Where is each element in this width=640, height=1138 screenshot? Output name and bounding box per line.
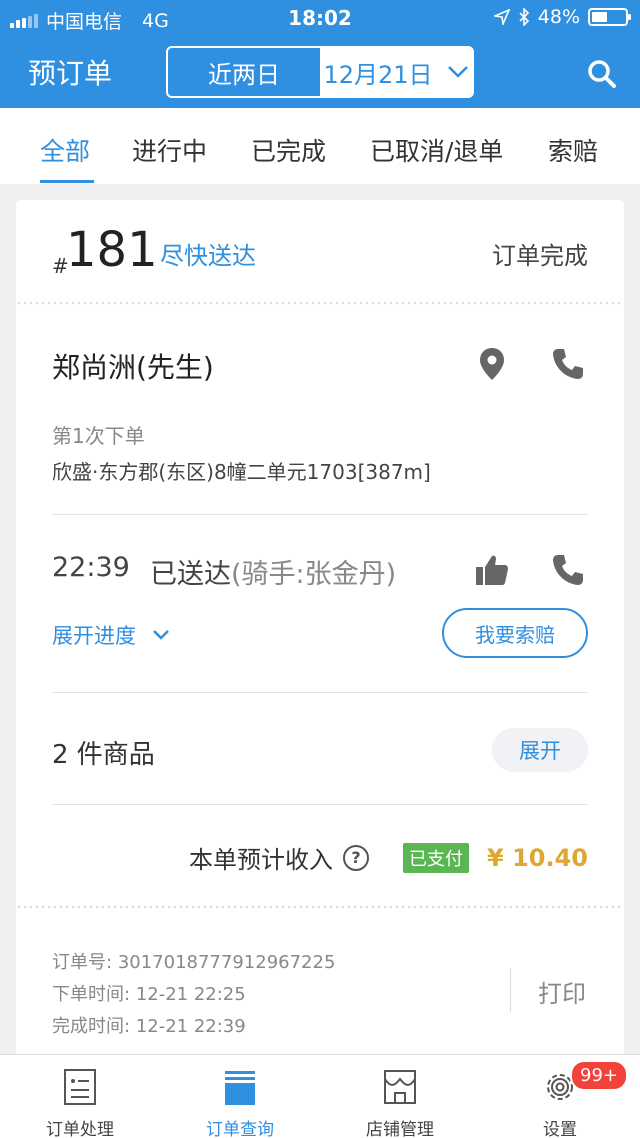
battery-percent: 48% — [537, 6, 580, 28]
date-range-tab[interactable]: 近两日 — [168, 48, 320, 96]
tab-claims[interactable]: 索赔 — [548, 132, 598, 168]
order-id-label: 订单号: — [52, 952, 113, 973]
expand-goods-button[interactable]: 展开 — [492, 728, 588, 772]
order-time-row: 下单时间: 12-21 22:25 — [52, 980, 246, 1006]
expand-progress-link[interactable]: 展开进度 — [52, 620, 170, 650]
location-button[interactable] — [474, 346, 510, 382]
bluetooth-icon — [519, 8, 529, 26]
map-pin-icon — [480, 348, 504, 380]
order-card: # 181 尽快送达 订单完成 郑尚洲(先生) 第1次下单 欣盛·东方郡(东区)… — [16, 200, 624, 1060]
delivery-status-text: 已送达 — [150, 559, 231, 590]
document-icon — [64, 1069, 96, 1105]
nav-order-query[interactable]: 订单查询 — [160, 1055, 320, 1138]
store-icon — [384, 1070, 416, 1104]
order-count: 第1次下单 — [52, 424, 145, 448]
order-header: # 181 尽快送达 订单完成 — [16, 200, 624, 304]
order-number: 181 — [66, 222, 158, 278]
nav-label: 店铺管理 — [366, 1120, 434, 1138]
rider-name: (骑手:张金丹) — [231, 559, 397, 590]
divider — [52, 804, 588, 805]
income-row: 本单预计收入 ? 已支付 ¥ 10.40 — [189, 840, 588, 875]
top-bar: 中国电信 4G 18:02 48% 预订单 近两日 12月21日 — [0, 0, 640, 108]
complete-time-row: 完成时间: 12-21 22:39 — [52, 1012, 246, 1038]
phone-icon — [553, 349, 583, 379]
complete-time: 12-21 22:39 — [135, 1016, 246, 1037]
order-filter-tabs: 全部 进行中 已完成 已取消/退单 索赔 — [0, 108, 640, 184]
print-button[interactable]: 打印 — [538, 974, 586, 1009]
order-id-row: 订单号: 3017018777912967225 — [52, 948, 335, 974]
complete-time-label: 完成时间: — [52, 1016, 131, 1037]
nav-order-processing[interactable]: 订单处理 — [0, 1055, 160, 1138]
call-customer-button[interactable] — [550, 346, 586, 382]
stack-icon — [225, 1071, 255, 1105]
order-status: 订单完成 — [492, 242, 588, 270]
tab-cancelled[interactable]: 已取消/退单 — [370, 132, 503, 168]
delivery-address: 欣盛·东方郡(东区)8幢二单元1703[387m] — [52, 460, 431, 484]
date-segment-control: 近两日 12月21日 — [166, 46, 474, 98]
active-tab-indicator — [40, 180, 94, 183]
expand-progress-label: 展开进度 — [52, 624, 136, 648]
help-icon[interactable]: ? — [343, 844, 370, 871]
location-arrow-icon — [493, 9, 510, 25]
rate-rider-button[interactable] — [474, 552, 510, 588]
search-icon — [588, 60, 616, 88]
phone-icon — [553, 555, 583, 585]
date-select-label: 12月21日 — [323, 60, 433, 89]
delivery-status: 已送达(骑手:张金丹) — [150, 552, 396, 591]
nav-label: 设置 — [543, 1120, 577, 1138]
bottom-nav: 订单处理 订单查询 店铺管理 设置 — [0, 1054, 640, 1138]
battery-icon — [588, 8, 631, 26]
call-rider-button[interactable] — [550, 552, 586, 588]
delivery-time: 22:39 — [52, 552, 130, 583]
order-time: 12-21 22:25 — [135, 984, 246, 1005]
search-button[interactable] — [586, 58, 618, 90]
dotted-divider — [16, 904, 624, 910]
income-label: 本单预计收入 — [189, 846, 334, 874]
date-select[interactable]: 12月21日 — [320, 48, 472, 96]
status-bar: 中国电信 4G 18:02 48% — [0, 0, 640, 36]
claim-button[interactable]: 我要索赔 — [442, 608, 588, 658]
divider — [52, 514, 588, 515]
divider — [52, 692, 588, 693]
tab-all[interactable]: 全部 — [40, 132, 90, 168]
order-id: 3017018777912967225 — [117, 952, 336, 973]
nav-store-management[interactable]: 店铺管理 — [320, 1055, 480, 1138]
customer-name: 郑尚洲(先生) — [52, 351, 214, 384]
chevron-down-icon — [447, 66, 468, 78]
tab-completed[interactable]: 已完成 — [251, 132, 326, 168]
dotted-divider — [16, 300, 624, 306]
chevron-down-icon — [153, 630, 169, 640]
paid-badge: 已支付 — [403, 842, 470, 873]
income-amount: ¥ 10.40 — [487, 843, 588, 872]
order-time-label: 下单时间: — [52, 984, 131, 1005]
thumbs-up-icon — [476, 555, 508, 585]
delivery-tag: 尽快送达 — [160, 242, 256, 270]
tab-in-progress[interactable]: 进行中 — [132, 132, 207, 168]
goods-count: 2 件商品 — [52, 740, 155, 770]
page-title: 预订单 — [28, 57, 113, 90]
nav-label: 订单查询 — [206, 1120, 274, 1138]
vertical-divider — [510, 968, 511, 1012]
notification-badge: 99+ — [570, 1060, 628, 1091]
nav-label: 订单处理 — [46, 1120, 114, 1138]
